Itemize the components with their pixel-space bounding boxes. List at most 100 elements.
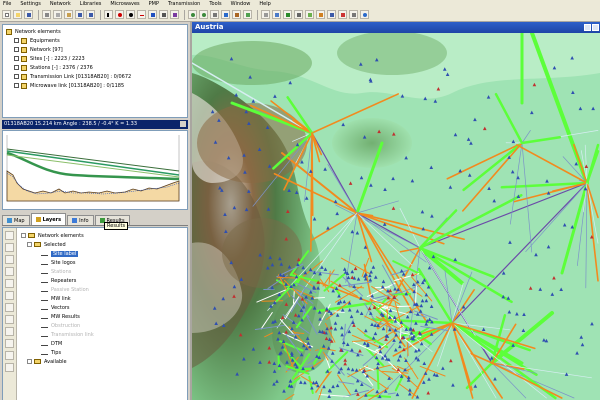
- lock-icon[interactable]: [5, 351, 14, 360]
- network-tree-item[interactable]: Transmission Link [01318AB20] : 0/0672: [6, 72, 184, 81]
- save-icon[interactable]: [24, 10, 33, 19]
- record-icon[interactable]: [115, 10, 124, 19]
- undo-icon[interactable]: [75, 10, 84, 19]
- tab-info[interactable]: Info: [67, 215, 94, 225]
- menu-pmp[interactable]: PMP: [149, 0, 159, 8]
- new-icon[interactable]: [2, 10, 11, 19]
- pencil-icon[interactable]: [5, 231, 14, 240]
- link-icon[interactable]: [137, 10, 146, 19]
- settings-icon[interactable]: [349, 10, 358, 19]
- report-icon[interactable]: [327, 10, 336, 19]
- layer-remove-icon[interactable]: [5, 267, 14, 276]
- redo-icon[interactable]: [86, 10, 95, 19]
- cut-icon[interactable]: [42, 10, 51, 19]
- network-tree-root[interactable]: Network elements: [6, 27, 184, 36]
- layer-icon: [21, 73, 27, 80]
- layer-root[interactable]: Network elements: [21, 231, 186, 240]
- expand-icon[interactable]: [27, 359, 32, 364]
- network-tree-item[interactable]: Network [97]: [6, 45, 184, 54]
- checkbox[interactable]: [14, 83, 19, 88]
- arrow-icon[interactable]: [104, 10, 113, 19]
- menu-window[interactable]: Window: [231, 0, 251, 8]
- select-icon[interactable]: [221, 10, 230, 19]
- close-icon[interactable]: [180, 121, 186, 127]
- map-icon[interactable]: [305, 10, 314, 19]
- profile-icon[interactable]: [243, 10, 252, 19]
- antenna-icon[interactable]: [170, 10, 179, 19]
- move-down-icon[interactable]: [5, 291, 14, 300]
- network-tree-item[interactable]: Microwave link [01318AB20] : 0/1185: [6, 81, 184, 90]
- network-tree-item[interactable]: Stations [-] : 2376 / 2376: [6, 63, 184, 72]
- filter-icon[interactable]: [316, 10, 325, 19]
- layers-icon[interactable]: [272, 10, 281, 19]
- copy-icon[interactable]: [53, 10, 62, 19]
- menu-libraries[interactable]: Libraries: [80, 0, 102, 8]
- site-icon[interactable]: [126, 10, 135, 19]
- layer-item[interactable]: Passive Station: [21, 285, 186, 294]
- tab-icon: [35, 217, 41, 222]
- checkbox[interactable]: [14, 74, 19, 79]
- pan-icon[interactable]: [210, 10, 219, 19]
- network-link[interactable]: [313, 297, 326, 299]
- checkbox[interactable]: [14, 56, 19, 61]
- eye-icon[interactable]: [5, 363, 14, 372]
- network-link[interactable]: [314, 349, 319, 351]
- menu-settings[interactable]: Settings: [20, 0, 41, 8]
- network-tree-item[interactable]: Equipments: [6, 36, 184, 45]
- network-tree-item[interactable]: Sites [-] : 2223 / 2223: [6, 54, 184, 63]
- layer-group-available[interactable]: Available: [21, 357, 186, 366]
- network-link[interactable]: [311, 132, 314, 217]
- grid-icon[interactable]: [261, 10, 270, 19]
- layer-item[interactable]: Repeaters: [21, 276, 186, 285]
- refresh-icon[interactable]: [283, 10, 292, 19]
- layer-add-icon[interactable]: [5, 255, 14, 264]
- tower-icon[interactable]: [159, 10, 168, 19]
- menu-help[interactable]: Help: [259, 0, 270, 8]
- path-profile-chart[interactable]: [2, 130, 188, 210]
- menu-microwaves[interactable]: Microwaves: [110, 0, 139, 8]
- profile-title: 01318AB20 15.214 km Angle : 238.5 / -0.4…: [4, 121, 138, 127]
- help-icon[interactable]: [360, 10, 369, 19]
- panel-tabs: Map Layers Info Results: [2, 213, 188, 226]
- menu-file[interactable]: File: [3, 0, 11, 8]
- chart-icon[interactable]: [338, 10, 347, 19]
- network-link[interactable]: [376, 367, 380, 390]
- layer-item[interactable]: Obstruction: [21, 321, 186, 330]
- tab-layers[interactable]: Layers: [30, 213, 67, 225]
- menu-tools[interactable]: Tools: [209, 0, 221, 8]
- close-icon[interactable]: [592, 24, 599, 31]
- layer-item[interactable]: MW Results: [21, 312, 186, 321]
- layer-item[interactable]: Vectors: [21, 303, 186, 312]
- layer-group-selected[interactable]: Selected: [21, 240, 186, 249]
- restore-icon[interactable]: [584, 24, 591, 31]
- layer-item[interactable]: Site logos: [21, 258, 186, 267]
- tab-map[interactable]: Map: [2, 215, 30, 225]
- label-icon[interactable]: [5, 339, 14, 348]
- filter-icon[interactable]: [5, 327, 14, 336]
- expand-icon[interactable]: [27, 242, 32, 247]
- expand-icon[interactable]: [21, 233, 26, 238]
- station-icon[interactable]: [148, 10, 157, 19]
- layer-item[interactable]: Site label: [21, 249, 186, 258]
- checkbox[interactable]: [14, 47, 19, 52]
- measure-icon[interactable]: [232, 10, 241, 19]
- zoom-in-icon[interactable]: [188, 10, 197, 19]
- open-icon[interactable]: [13, 10, 22, 19]
- layer-item[interactable]: DTM: [21, 339, 186, 348]
- layer-item[interactable]: MW link: [21, 294, 186, 303]
- edit-icon[interactable]: [5, 243, 14, 252]
- checkbox[interactable]: [14, 65, 19, 70]
- layer-item[interactable]: Stations: [21, 267, 186, 276]
- move-up-icon[interactable]: [5, 279, 14, 288]
- map-canvas[interactable]: [192, 33, 600, 400]
- layer-item[interactable]: Transmission link: [21, 330, 186, 339]
- zoom-out-icon[interactable]: [199, 10, 208, 19]
- paste-icon[interactable]: [64, 10, 73, 19]
- checkbox[interactable]: [14, 38, 19, 43]
- color-icon[interactable]: [5, 303, 14, 312]
- print-icon[interactable]: [294, 10, 303, 19]
- menu-transmission[interactable]: Transmission: [168, 0, 200, 8]
- menu-network[interactable]: Network: [50, 0, 71, 8]
- layer-item[interactable]: Tips: [21, 348, 186, 357]
- style-icon[interactable]: [5, 315, 14, 324]
